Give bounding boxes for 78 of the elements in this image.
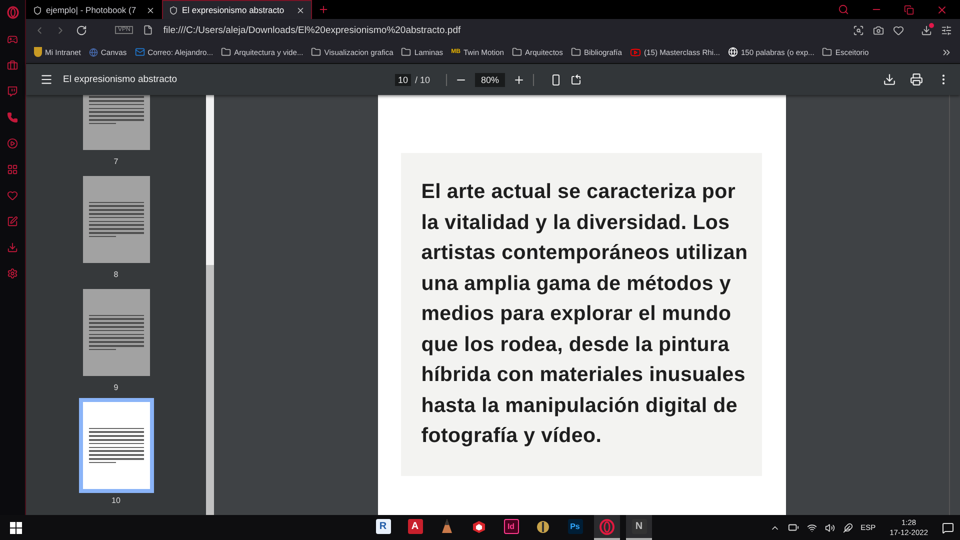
folder-icon: [401, 47, 412, 57]
notifications-icon[interactable]: [942, 522, 954, 534]
zoom-in-icon[interactable]: [513, 74, 526, 86]
rotate-icon[interactable]: [570, 74, 582, 86]
cube-icon: [472, 520, 486, 534]
app-icon: N: [632, 519, 646, 534]
file-icon: [143, 25, 154, 35]
app-icon: Id: [504, 519, 518, 534]
scrollbar[interactable]: [949, 95, 960, 515]
new-tab-icon[interactable]: [318, 4, 329, 15]
crest-icon: [34, 47, 42, 57]
edit-icon[interactable]: [7, 216, 18, 227]
page-number: 7: [114, 157, 118, 166]
tab-icon: [169, 6, 178, 14]
folder-icon: [570, 47, 581, 57]
wifi-icon[interactable]: [806, 522, 817, 532]
taskbar-app[interactable]: Id: [498, 515, 524, 540]
document-title: El expresionismo abstracto: [63, 74, 178, 85]
folder-icon: [311, 47, 322, 57]
browser-tab[interactable]: El expresionismo abstracto: [162, 0, 312, 19]
play-icon: [630, 46, 641, 58]
volume-icon[interactable]: [824, 522, 835, 532]
windows-icon[interactable]: [10, 522, 22, 534]
heart-icon[interactable]: [893, 24, 904, 36]
close-icon[interactable]: [146, 6, 155, 14]
ring-icon: [599, 518, 615, 534]
ring-icon[interactable]: [6, 6, 18, 19]
page-number: 8: [114, 270, 118, 279]
close-icon[interactable]: [296, 6, 305, 14]
print-icon[interactable]: [910, 73, 923, 86]
page-thumbnail[interactable]: [82, 176, 150, 263]
pen-icon[interactable]: [842, 522, 853, 532]
browser-tab[interactable]: ejemplo| - Photobook (7: [26, 0, 162, 19]
mail-icon: [134, 47, 145, 57]
app-icon: A: [408, 519, 422, 534]
scrollbar[interactable]: [206, 95, 214, 515]
page-count: / 10: [415, 74, 430, 84]
page-thumbnail[interactable]: [82, 402, 150, 489]
search-icon[interactable]: [853, 24, 864, 36]
folder-icon: [822, 47, 832, 57]
page-number: 10: [112, 496, 120, 505]
app-icon: R: [376, 519, 390, 534]
folder-icon: [221, 47, 232, 57]
restore-icon[interactable]: [904, 4, 914, 14]
page-number: 9: [114, 383, 118, 392]
download-icon[interactable]: [921, 24, 932, 36]
page-thumbnail[interactable]: [82, 289, 150, 376]
fit-page-icon[interactable]: [550, 74, 562, 86]
grid-icon[interactable]: [7, 164, 18, 175]
zoom-field[interactable]: 80%: [475, 72, 506, 86]
taskbar-app[interactable]: Ps: [562, 515, 588, 540]
app-icon: Ps: [568, 519, 582, 534]
globe-icon: [88, 48, 98, 56]
more-icon[interactable]: [941, 46, 952, 58]
reload-icon[interactable]: [76, 24, 87, 36]
camera-icon[interactable]: [873, 24, 884, 36]
notification-dot: [929, 22, 934, 28]
download-icon[interactable]: [883, 73, 896, 86]
globe-icon: [728, 47, 738, 57]
taskbar-app[interactable]: R: [370, 515, 396, 540]
gamepad-icon[interactable]: [7, 34, 18, 45]
chat-icon[interactable]: [7, 86, 18, 97]
settings-icon[interactable]: [941, 24, 952, 36]
taskbar-app[interactable]: A: [402, 515, 428, 540]
paragraph: El arte actual se caracteriza por la vitalidad y la diversidad. Los artistas contemporáneos utilizan una amplia gama de métodos y medios para explorar el mundo que los rodea, desde la pintura híbrida con materiales inusuales hasta la manipulación digital de fotografía y vídeo.: [421, 179, 748, 449]
address-field[interactable]: file:///C:/Users/aleja/Downloads/El%20expresionismo%20abstracto.pdf: [163, 24, 461, 36]
tab-icon: [33, 6, 42, 14]
taskbar-app[interactable]: N: [626, 515, 652, 540]
phone-icon[interactable]: [7, 112, 18, 123]
helmet-icon: [536, 520, 550, 534]
play-icon[interactable]: [7, 138, 18, 149]
taskbar-app[interactable]: [594, 515, 620, 540]
folder-icon: [512, 47, 522, 57]
battery-icon[interactable]: [788, 522, 799, 533]
briefcase-icon[interactable]: [7, 60, 18, 71]
menu-icon[interactable]: [40, 73, 53, 86]
pencil-icon: [442, 518, 452, 534]
page-number-field[interactable]: 10: [395, 74, 412, 86]
